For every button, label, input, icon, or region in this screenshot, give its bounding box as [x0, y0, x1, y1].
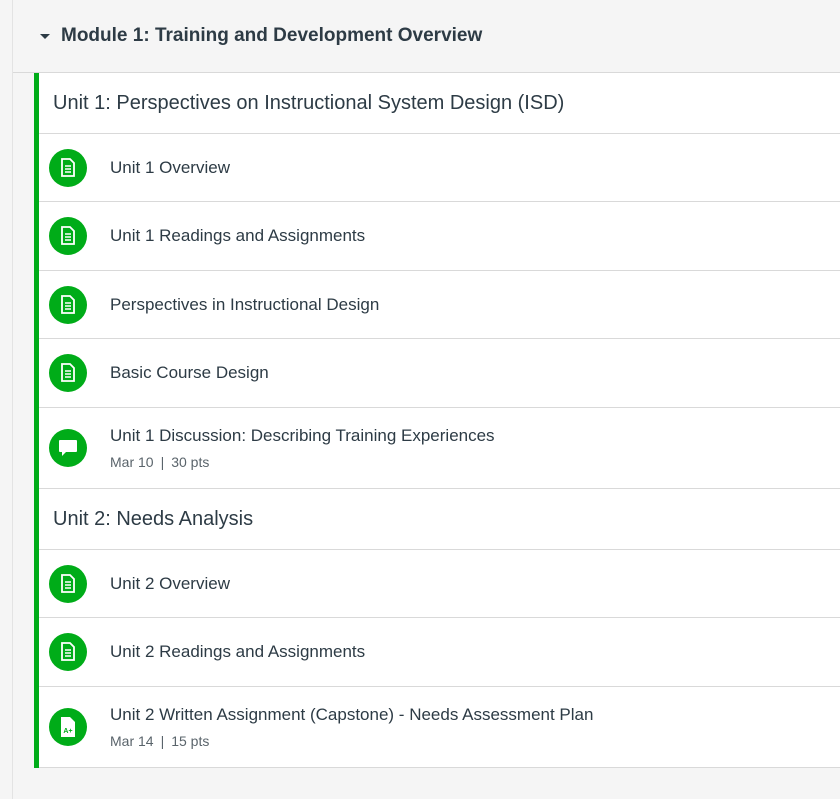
points: 30 pts [171, 454, 210, 470]
assignment-icon: A+ [49, 708, 87, 746]
item-details: Mar 14 | 15 pts [110, 733, 593, 749]
subheader-title: Unit 1: Perspectives on Instructional Sy… [53, 91, 565, 114]
due-date: Mar 10 [110, 454, 154, 470]
module-item[interactable]: Unit 1 Readings and Assignments [39, 202, 840, 271]
page-icon [49, 564, 87, 603]
separator: | [160, 454, 165, 470]
item-title-link[interactable]: Basic Course Design [110, 363, 269, 383]
page-icon [49, 148, 87, 187]
item-title-link[interactable]: Unit 2 Written Assignment (Capstone) - N… [110, 705, 593, 725]
module-item[interactable]: Unit 2 Overview [39, 550, 840, 618]
module-item[interactable]: A+ Unit 2 Written Assignment (Capstone) … [39, 687, 840, 768]
item-title-link[interactable]: Unit 1 Readings and Assignments [110, 226, 365, 246]
module-1: Module 1: Training and Development Overv… [13, 0, 840, 768]
module-header[interactable]: Module 1: Training and Development Overv… [13, 0, 840, 73]
module-item[interactable]: Perspectives in Instructional Design [39, 271, 840, 339]
item-title-link[interactable]: Unit 1 Overview [110, 158, 230, 178]
module-item[interactable]: Unit 1 Discussion: Describing Training E… [39, 408, 840, 489]
page-icon [49, 354, 87, 392]
subheader-title: Unit 2: Needs Analysis [53, 507, 254, 530]
points: 15 pts [171, 733, 210, 749]
subheader-unit-1: Unit 1: Perspectives on Instructional Sy… [39, 73, 840, 134]
item-title-link[interactable]: Perspectives in Instructional Design [110, 295, 379, 315]
caret-down-icon[interactable] [40, 33, 50, 39]
discussion-icon [49, 429, 87, 467]
page-icon [49, 285, 87, 324]
due-date: Mar 14 [110, 733, 154, 749]
subheader-unit-2: Unit 2: Needs Analysis [39, 489, 840, 550]
page-icon [49, 633, 87, 671]
item-title-link[interactable]: Unit 2 Readings and Assignments [110, 642, 365, 662]
item-title-link[interactable]: Unit 2 Overview [110, 574, 230, 594]
module-item[interactable]: Basic Course Design [39, 339, 840, 408]
page-icon [49, 217, 87, 255]
item-details: Mar 10 | 30 pts [110, 454, 495, 470]
separator: | [160, 733, 165, 749]
svg-text:A+: A+ [63, 728, 72, 735]
module-item[interactable]: Unit 2 Readings and Assignments [39, 618, 840, 687]
module-title: Module 1: Training and Development Overv… [61, 25, 483, 46]
item-title-link[interactable]: Unit 1 Discussion: Describing Training E… [110, 426, 495, 446]
module-item[interactable]: Unit 1 Overview [39, 134, 840, 202]
module-items-list: Unit 1: Perspectives on Instructional Sy… [34, 73, 840, 768]
